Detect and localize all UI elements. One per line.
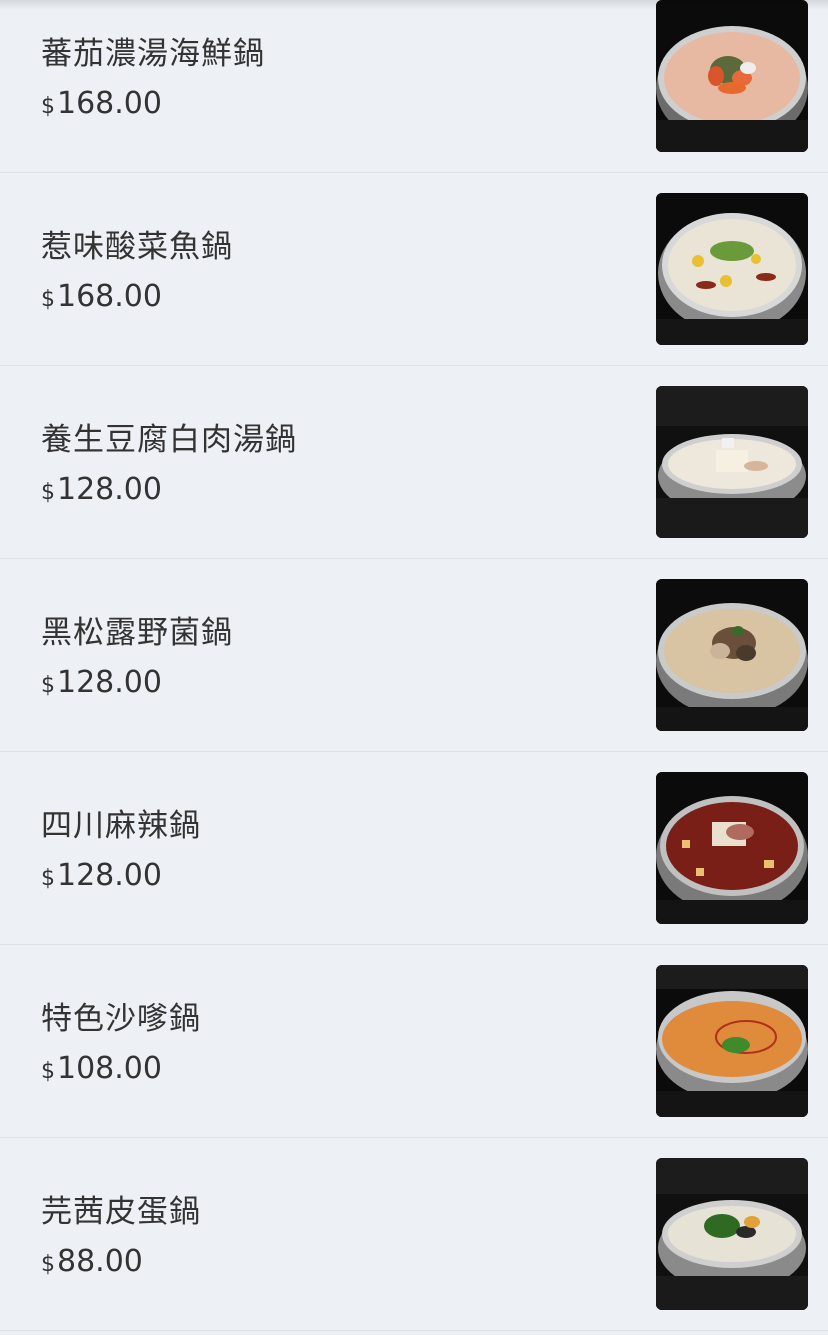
item-price: $128.00 (41, 472, 162, 507)
menu-item[interactable]: 惹味酸菜魚鍋 $168.00 (0, 173, 828, 366)
currency-symbol: $ (41, 673, 55, 698)
item-name: 惹味酸菜魚鍋 (41, 229, 233, 265)
currency-symbol: $ (41, 866, 55, 891)
tomato-seafood-hotpot-image[interactable] (656, 0, 808, 152)
item-name: 黑松露野菌鍋 (41, 615, 233, 651)
currency-symbol: $ (41, 480, 55, 505)
item-name: 芫茜皮蛋鍋 (41, 1194, 201, 1230)
item-price: $108.00 (41, 1051, 162, 1086)
item-price: $128.00 (41, 858, 162, 893)
price-amount: 88.00 (57, 1244, 143, 1279)
item-price: $88.00 (41, 1244, 143, 1279)
menu-item[interactable]: 蕃茄濃湯海鮮鍋 $168.00 (0, 0, 828, 173)
item-price: $168.00 (41, 86, 162, 121)
price-amount: 128.00 (57, 665, 162, 700)
menu-item[interactable]: 芫茜皮蛋鍋 $88.00 (0, 1138, 828, 1331)
menu-item[interactable]: 特色沙嗲鍋 $108.00 (0, 945, 828, 1138)
item-name: 四川麻辣鍋 (41, 808, 201, 844)
item-name: 特色沙嗲鍋 (41, 1001, 201, 1037)
item-name: 養生豆腐白肉湯鍋 (41, 422, 297, 458)
satay-hotpot-image[interactable] (656, 965, 808, 1117)
currency-symbol: $ (41, 94, 55, 119)
menu-item[interactable]: 四川麻辣鍋 $128.00 (0, 752, 828, 945)
coriander-century-egg-hotpot-image[interactable] (656, 1158, 808, 1310)
item-price: $128.00 (41, 665, 162, 700)
price-amount: 168.00 (57, 86, 162, 121)
sichuan-spicy-hotpot-image[interactable] (656, 772, 808, 924)
price-amount: 108.00 (57, 1051, 162, 1086)
currency-symbol: $ (41, 1059, 55, 1084)
top-shadow (0, 0, 828, 10)
item-price: $168.00 (41, 279, 162, 314)
truffle-mushroom-hotpot-image[interactable] (656, 579, 808, 731)
menu-list: 蕃茄濃湯海鮮鍋 $168.00 惹味酸菜魚鍋 $168.00 養生豆腐白肉湯鍋 … (0, 0, 828, 1331)
currency-symbol: $ (41, 287, 55, 312)
pickled-fish-hotpot-image[interactable] (656, 193, 808, 345)
menu-item[interactable]: 養生豆腐白肉湯鍋 $128.00 (0, 366, 828, 559)
menu-item[interactable]: 黑松露野菌鍋 $128.00 (0, 559, 828, 752)
currency-symbol: $ (41, 1252, 55, 1277)
item-name: 蕃茄濃湯海鮮鍋 (41, 36, 265, 72)
price-amount: 168.00 (57, 279, 162, 314)
price-amount: 128.00 (57, 858, 162, 893)
tofu-pork-hotpot-image[interactable] (656, 386, 808, 538)
price-amount: 128.00 (57, 472, 162, 507)
